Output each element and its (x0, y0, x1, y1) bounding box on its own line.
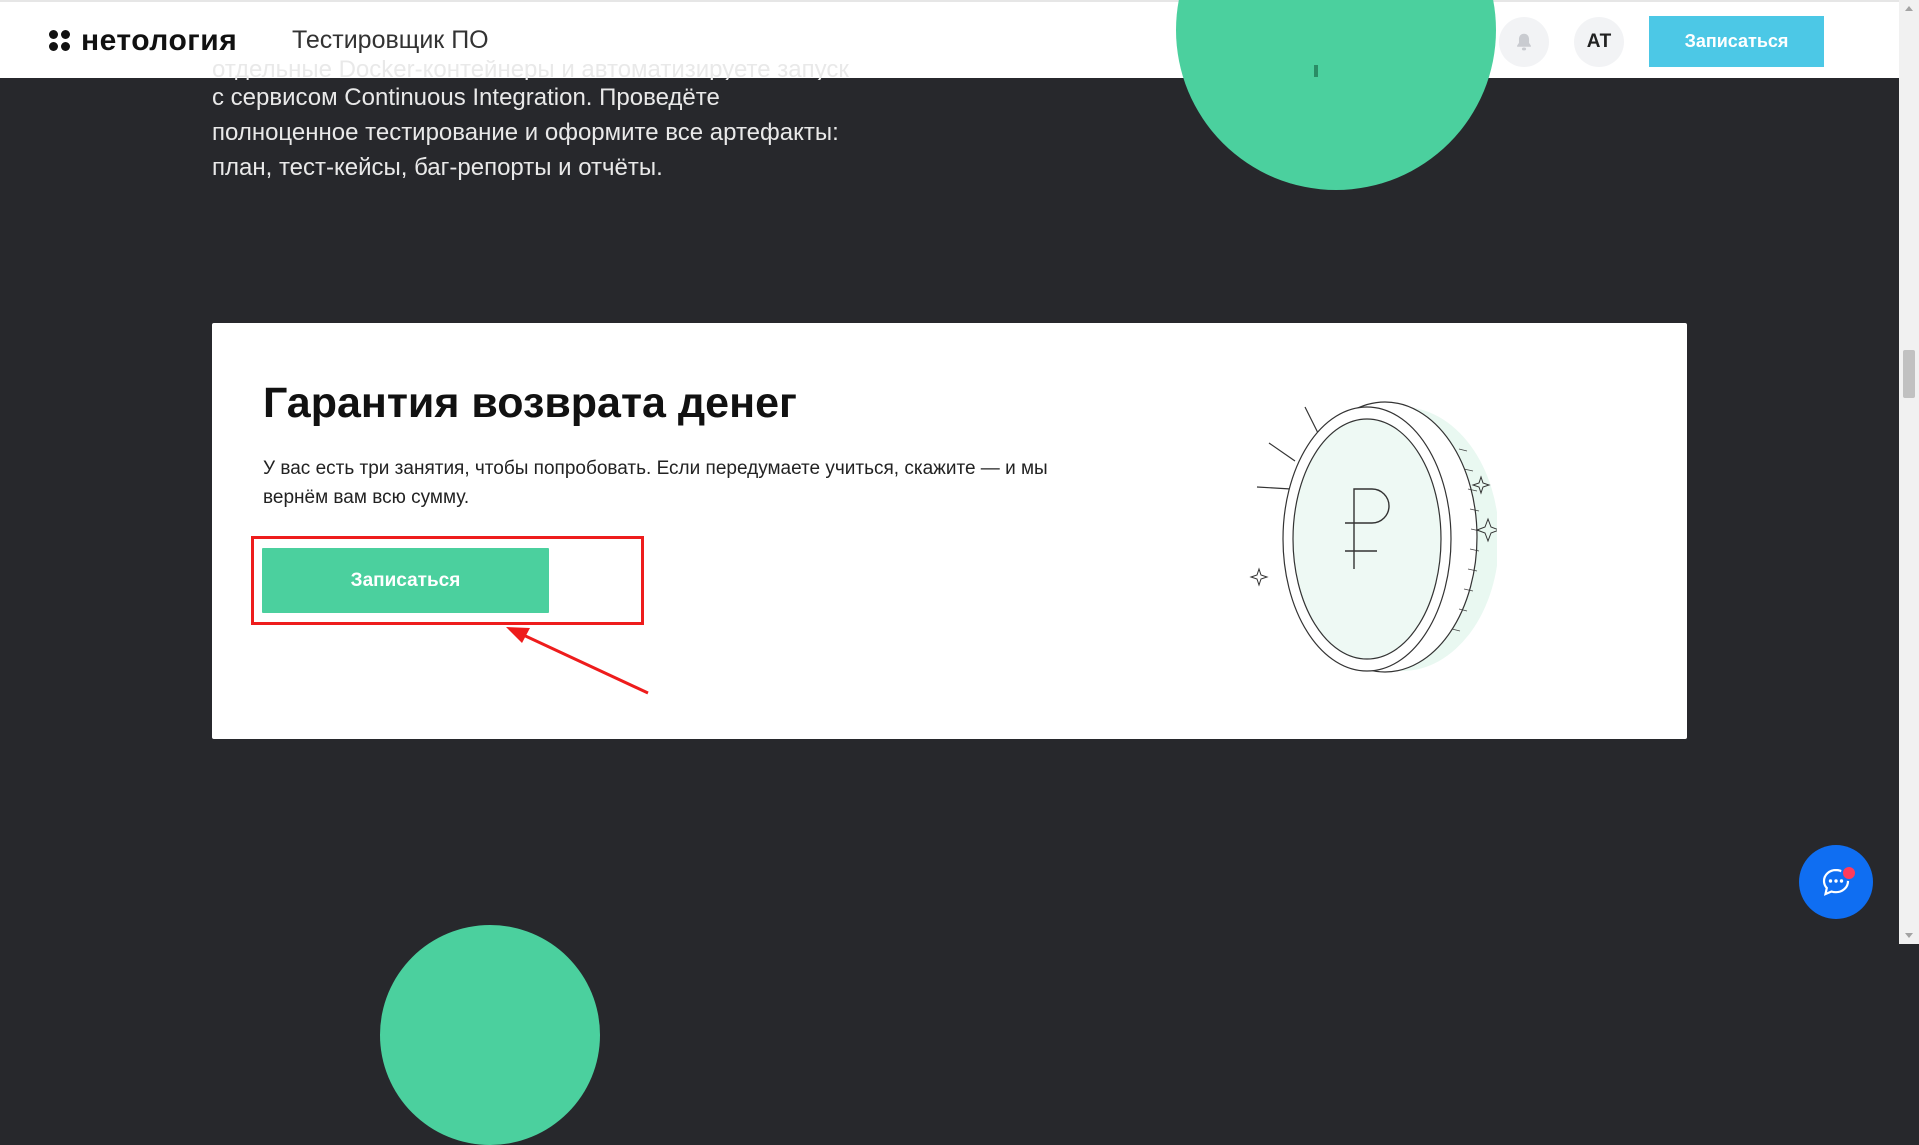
red-highlight-box (251, 536, 644, 625)
card-description: У вас есть три занятия, чтобы попробоват… (263, 458, 1048, 508)
bell-icon (1517, 33, 1531, 51)
card-title: Гарантия возврата денег (263, 379, 797, 427)
intro-line: с сервисом Continuous Integration. Прове… (212, 84, 720, 111)
logo-text: нетология (81, 24, 238, 57)
chat-unread-dot (1841, 865, 1857, 881)
notifications-button[interactable] (1499, 17, 1549, 67)
header-enroll-button[interactable]: Записаться (1649, 16, 1824, 67)
decorative-circle-bottom (380, 925, 600, 1145)
intro-line-partial: отдельные Docker-контейнеры и автоматизи… (212, 60, 849, 80)
page-scrollbar[interactable] (1899, 0, 1919, 944)
scroll-thumb[interactable] (1903, 350, 1915, 398)
logo-mark-icon (49, 30, 71, 52)
chat-button[interactable] (1799, 845, 1873, 919)
decorative-circle-top (1176, 0, 1496, 190)
scroll-down-arrow[interactable] (1899, 928, 1919, 944)
course-title: Тестировщик ПО (292, 26, 489, 54)
avatar[interactable]: АТ (1574, 17, 1624, 67)
money-back-card: Гарантия возврата денег У вас есть три з… (212, 323, 1687, 739)
scroll-up-arrow[interactable] (1899, 0, 1919, 16)
intro-line: план, тест-кейсы, баг-репорты и отчёты. (212, 154, 663, 181)
intro-text: отдельные Docker-контейнеры и автоматизи… (212, 60, 952, 185)
intro-line: полноценное тестирование и оформите все … (212, 119, 839, 146)
logo[interactable]: нетология (49, 24, 237, 58)
ruble-coin-illustration (1249, 401, 1497, 673)
